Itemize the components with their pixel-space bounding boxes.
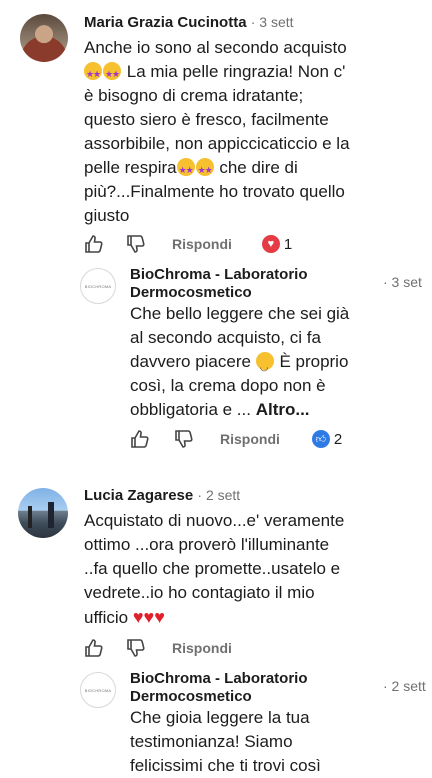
avatar-lucia[interactable]	[18, 488, 68, 538]
avatar-maria[interactable]	[20, 14, 68, 62]
reply-text: Che gioia leggere la tua testimonianza! …	[130, 708, 321, 775]
thumbs-down-icon[interactable]	[126, 234, 146, 254]
reply-text: Che bello leggere che sei già al secondo…	[130, 302, 430, 422]
comment-actions: Rispondi ♥ 1	[84, 234, 292, 254]
reply-author[interactable]: BioChroma - Laboratorio Dermocosmetico	[130, 670, 308, 706]
author-name[interactable]: Maria Grazia Cucinotta	[84, 14, 247, 31]
reaction-count[interactable]: 2	[334, 431, 342, 448]
star-struck-emoji	[103, 62, 121, 86]
author-name[interactable]: Lucia Zagarese	[84, 487, 193, 504]
avatar-biochroma[interactable]: BIOCHROMA	[80, 268, 116, 304]
thumbs-down-icon[interactable]	[174, 429, 194, 449]
more-link[interactable]: Altro...	[256, 400, 310, 419]
red-heart-emoji: ♥♥♥	[132, 607, 165, 627]
thumbs-down-icon[interactable]	[126, 638, 146, 658]
reply-button[interactable]: Rispondi	[172, 640, 232, 656]
comment-text: Acquistato di nuovo...e' veramente ottim…	[84, 511, 345, 627]
star-struck-emoji	[176, 158, 195, 182]
comment-date: · 3 sett	[250, 14, 294, 30]
reply-button[interactable]: Rispondi	[172, 236, 232, 252]
comment-author[interactable]: Maria Grazia Cucinotta · 3 sett	[84, 14, 294, 31]
comment-actions: Rispondi	[84, 638, 232, 658]
thumbs-up-icon[interactable]	[84, 638, 104, 658]
thumbs-up-icon[interactable]	[130, 429, 150, 449]
star-struck-emoji	[195, 158, 214, 182]
heart-reaction-icon[interactable]: ♥	[261, 235, 280, 253]
reply-date: · 2 sett	[383, 678, 426, 694]
reply-date: · 3 set	[383, 274, 422, 290]
reaction-count[interactable]: 1	[284, 236, 292, 253]
thumbs-up-icon[interactable]	[84, 234, 104, 254]
reply-actions: Rispondi 👍︎ 2	[130, 429, 342, 449]
comment-author[interactable]: Lucia Zagarese · 2 sett	[84, 487, 240, 504]
like-reaction-icon[interactable]: 👍︎	[311, 430, 330, 448]
reply-author[interactable]: BioChroma - Laboratorio Dermocosmetico	[130, 266, 308, 302]
comment-date: · 2 sett	[197, 487, 241, 503]
smiling-emoji	[255, 352, 274, 380]
star-struck-emoji	[84, 62, 102, 86]
comment-text: Anche io sono al secondo acquisto La mia…	[84, 36, 424, 228]
avatar-biochroma[interactable]: BIOCHROMA	[80, 672, 116, 708]
reply-button[interactable]: Rispondi	[220, 431, 280, 447]
